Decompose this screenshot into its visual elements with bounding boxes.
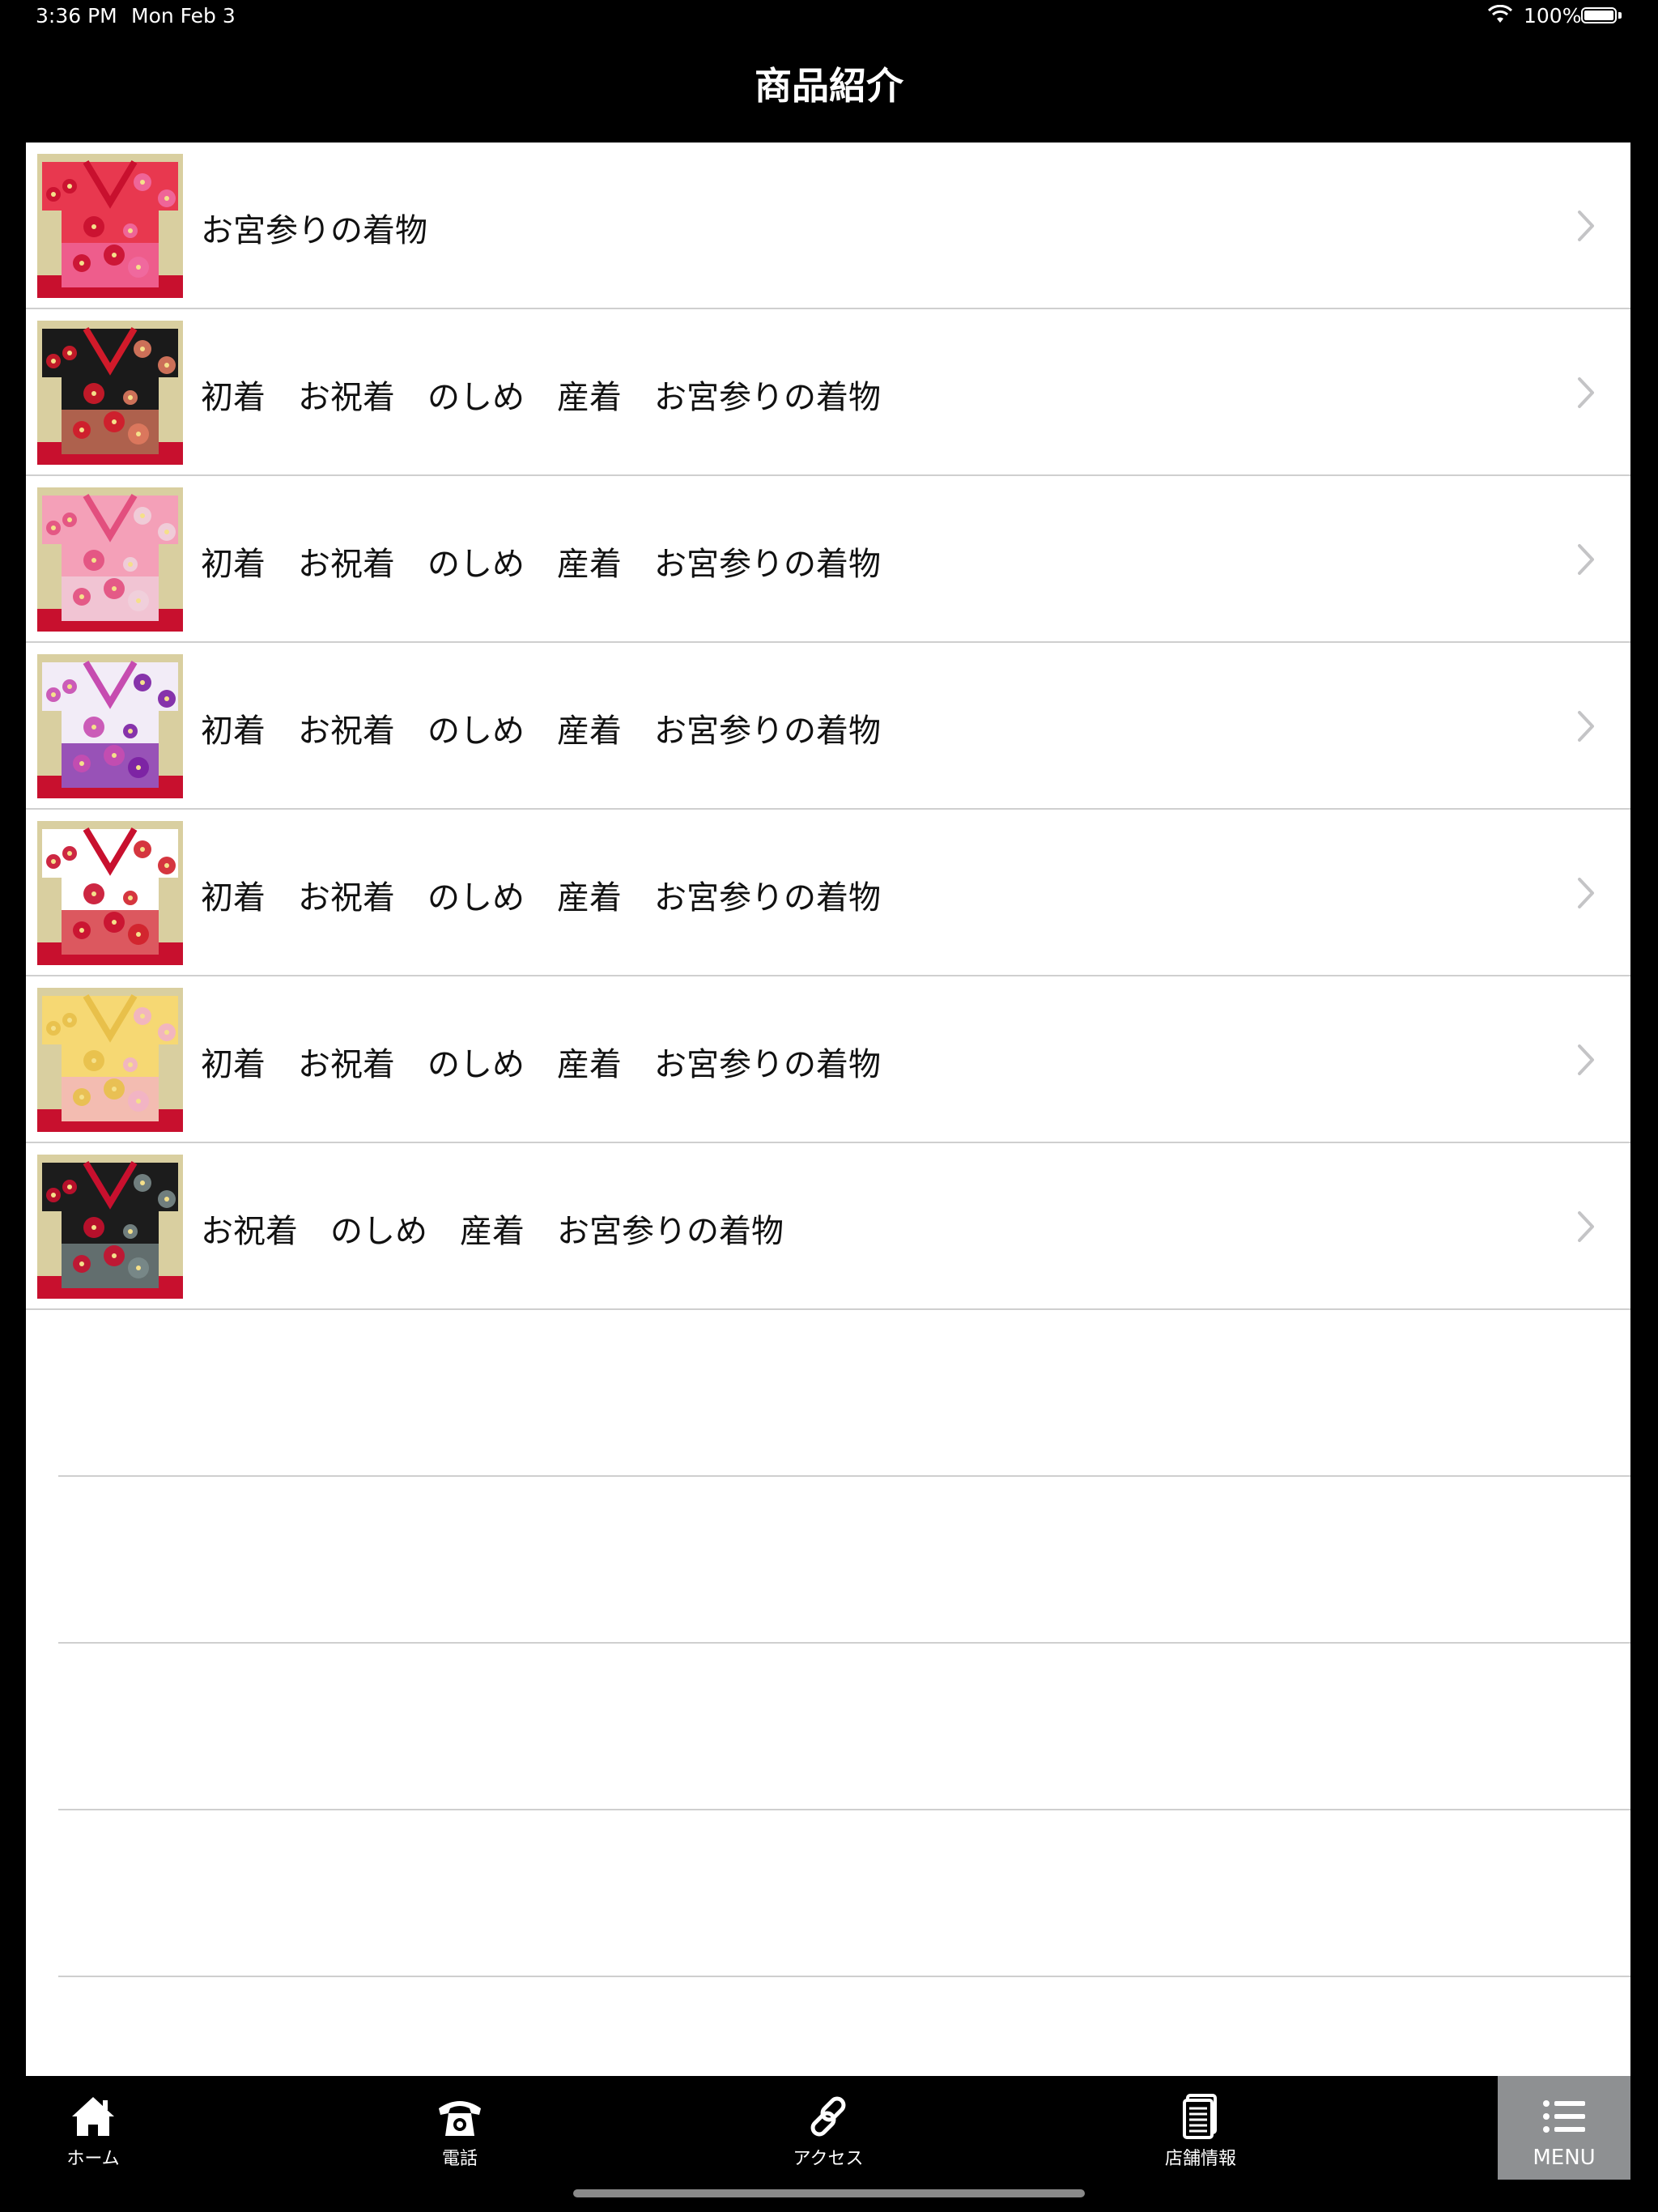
list-item[interactable]: 初着 お祝着 のしめ 産着 お宮参りの着物	[26, 476, 1630, 643]
phone-icon	[439, 2101, 481, 2136]
page-title: 商品紹介	[755, 64, 903, 108]
wifi-icon	[1488, 5, 1512, 23]
chevron-right-icon	[1578, 211, 1594, 241]
home-icon	[72, 2097, 114, 2136]
empty-row	[58, 1477, 1630, 1644]
tab-menu[interactable]: MENU	[1498, 2076, 1630, 2180]
list-item[interactable]: お宮参りの着物	[26, 143, 1630, 309]
tab-label: ホーム	[66, 2149, 120, 2169]
list-item[interactable]: 初着 お祝着 のしめ 産着 お宮参りの着物	[26, 810, 1630, 976]
chevron-right-icon	[1578, 377, 1594, 408]
product-label: お宮参りの着物	[201, 212, 427, 249]
chevron-right-icon	[1578, 711, 1594, 742]
status-date: Mon Feb 3	[131, 4, 236, 28]
chevron-right-icon	[1578, 1044, 1594, 1075]
product-thumbnail	[37, 321, 183, 465]
product-list: お宮参りの着物 初着 お祝着 のしめ 産着 お宮参りの着物 初着 お祝着 のしめ…	[26, 143, 1630, 2076]
empty-row	[58, 1644, 1630, 1810]
status-time: 3:36 PM	[36, 4, 117, 28]
battery-cap	[1618, 12, 1622, 19]
list-icon	[1543, 2100, 1585, 2133]
tab-home[interactable]: ホーム	[16, 2076, 170, 2180]
chevron-right-icon	[1578, 1211, 1594, 1242]
empty-row	[58, 1310, 1630, 1477]
chevron-right-icon	[1578, 544, 1594, 575]
tab-label: MENU	[1533, 2146, 1596, 2170]
list-item[interactable]: 初着 お祝着 のしめ 産着 お宮参りの着物	[26, 309, 1630, 476]
product-label: 初着 お祝着 のしめ 産着 お宮参りの着物	[201, 713, 881, 750]
home-indicator[interactable]	[573, 2189, 1085, 2197]
tab-label: 店舗情報	[1164, 2149, 1236, 2169]
product-thumbnail	[37, 154, 183, 298]
product-thumbnail	[37, 487, 183, 632]
list-item[interactable]: お祝着 のしめ 産着 お宮参りの着物	[26, 1143, 1630, 1310]
list-item[interactable]: 初着 お祝着 のしめ 産着 お宮参りの着物	[26, 976, 1630, 1143]
battery-percent: 100%	[1524, 4, 1582, 28]
empty-row	[58, 1810, 1630, 1977]
document-icon	[1183, 2094, 1217, 2139]
chevron-right-icon	[1578, 878, 1594, 908]
tab-store-info[interactable]: 店舗情報	[1124, 2076, 1278, 2180]
product-thumbnail	[37, 821, 183, 965]
product-label: 初着 お祝着 のしめ 産着 お宮参りの着物	[201, 379, 881, 416]
product-thumbnail	[37, 988, 183, 1132]
tab-label: アクセス	[793, 2149, 864, 2169]
product-thumbnail	[37, 654, 183, 798]
link-icon	[810, 2096, 846, 2137]
tab-phone[interactable]: 電話	[383, 2076, 537, 2180]
product-label: 初着 お祝着 のしめ 産着 お宮参りの着物	[201, 879, 881, 917]
status-bar: 3:36 PM Mon Feb 3 100%	[0, 0, 1658, 32]
battery-icon	[1581, 7, 1617, 23]
tab-label: 電話	[441, 2149, 478, 2169]
product-thumbnail	[37, 1155, 183, 1299]
list-item[interactable]: 初着 お祝着 のしめ 産着 お宮参りの着物	[26, 643, 1630, 810]
product-label: お祝着 のしめ 産着 お宮参りの着物	[201, 1213, 784, 1250]
product-label: 初着 お祝着 のしめ 産着 お宮参りの着物	[201, 1046, 881, 1083]
product-label: 初着 お祝着 のしめ 産着 お宮参りの着物	[201, 546, 881, 583]
tab-access[interactable]: アクセス	[751, 2076, 905, 2180]
